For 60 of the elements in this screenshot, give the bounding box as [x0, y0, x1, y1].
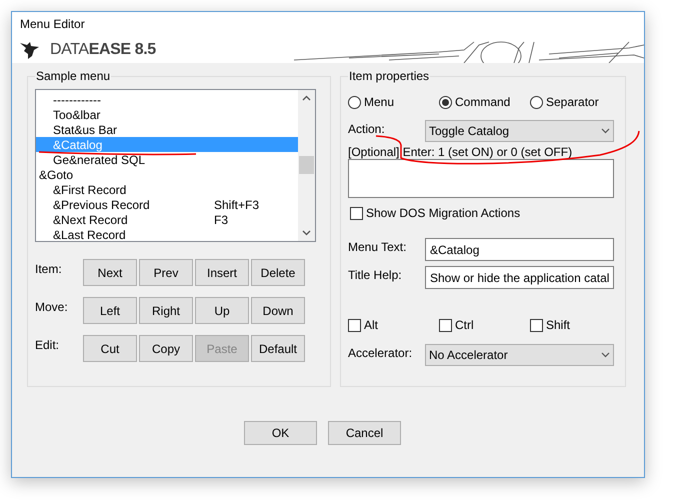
menu-list-item[interactable]: ------------: [36, 92, 298, 107]
checkbox-label: Shift: [546, 317, 570, 334]
dropdown[interactable]: Toggle Catalog: [425, 120, 614, 142]
field-label: Action:: [348, 121, 386, 138]
menu-list-item[interactable]: &Previous Record Shift+F3: [36, 197, 298, 212]
logo-text: DATAEASE 8.5: [50, 40, 156, 60]
optional-hint: [Optional] Enter: 1 (set ON) or 0 (set OFF): [348, 145, 574, 159]
field-label: Menu Text:: [348, 239, 408, 256]
action-button[interactable]: Left: [83, 297, 137, 324]
dropdown[interactable]: No Accelerator: [425, 344, 614, 366]
checkbox-label: Show DOS Migration Actions: [366, 205, 520, 222]
action-button[interactable]: Default: [251, 335, 305, 362]
row-label: Edit:: [35, 337, 60, 354]
field-label: Accelerator:: [348, 345, 414, 362]
radio-button[interactable]: [348, 96, 361, 108]
checkbox[interactable]: [348, 318, 361, 332]
row-label: Move:: [35, 299, 69, 316]
group-title: Sample menu: [35, 68, 112, 85]
checkbox[interactable]: [350, 206, 363, 220]
title-help-input-field[interactable]: Show or hide the application catal: [425, 266, 614, 289]
radio-label: Command: [455, 94, 510, 111]
group-title: Item properties: [348, 68, 430, 85]
menu-list-item[interactable]: Too&lbar: [36, 107, 298, 122]
action-button[interactable]: Delete: [251, 259, 305, 286]
field-label: Title Help:: [348, 267, 403, 284]
checkbox[interactable]: [530, 318, 543, 332]
dialog-button[interactable]: OK: [244, 421, 317, 445]
action-button[interactable]: Up: [195, 297, 249, 324]
menu-list-item[interactable]: &Next Record F3: [36, 212, 298, 227]
scrollbar[interactable]: [298, 90, 315, 241]
radio-label: Separator: [546, 94, 599, 111]
dialog-button[interactable]: Cancel: [328, 421, 401, 445]
chevron-down-icon: [601, 128, 610, 134]
checkbox[interactable]: [439, 318, 452, 332]
chevron-down-icon: [601, 352, 610, 358]
action-button[interactable]: Copy: [139, 335, 193, 362]
menu-list-item[interactable]: &Last Record: [36, 227, 298, 241]
scroll-up-icon[interactable]: [302, 95, 311, 101]
row-label: Item:: [35, 261, 63, 278]
radio-button[interactable]: [530, 96, 543, 108]
menu-list-item[interactable]: Stat&us Bar: [36, 122, 298, 137]
action-button[interactable]: Insert: [195, 259, 249, 286]
scroll-thumb[interactable]: [299, 156, 314, 174]
scroll-down-icon[interactable]: [302, 230, 311, 236]
menu-text-input-field[interactable]: &Catalog: [425, 238, 614, 261]
action-button[interactable]: Down: [251, 297, 305, 324]
action-button[interactable]: Next: [83, 259, 137, 286]
action-button[interactable]: Cut: [83, 335, 137, 362]
menu-list-item[interactable]: Ge&nerated SQL: [36, 152, 298, 167]
menu-list-item[interactable]: &First Record: [36, 182, 298, 197]
action-button[interactable]: Right: [139, 297, 193, 324]
menu-list[interactable]: ------------ Too&lbar Stat&us Bar &Catalog Ge&nerated SQL &Goto &First Record &Previous Record Shift+F3 &Next Record F3 &Last Record: [35, 89, 316, 242]
action-button[interactable]: Prev: [139, 259, 193, 286]
radio-button[interactable]: [439, 96, 452, 108]
checkbox-label: Ctrl: [455, 317, 474, 334]
window-title: Menu Editor: [20, 16, 85, 33]
parameter-input-field[interactable]: [348, 159, 614, 198]
menu-list-item[interactable]: &Goto: [36, 167, 298, 182]
radio-label: Menu: [364, 94, 394, 111]
checkbox-label: Alt: [364, 317, 378, 334]
